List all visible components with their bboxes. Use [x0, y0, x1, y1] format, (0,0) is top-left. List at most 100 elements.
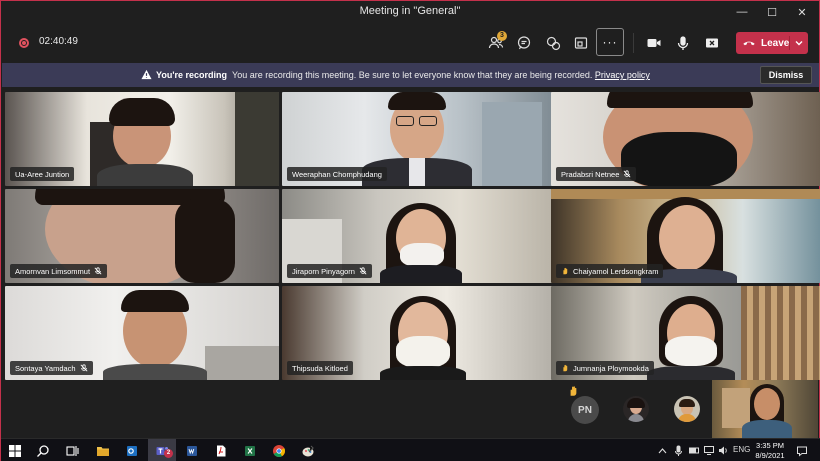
participant-name-tag: Jiraporn Pinyagorn	[287, 264, 372, 278]
search-button[interactable]	[35, 443, 51, 459]
taskbar-excel[interactable]	[242, 443, 258, 459]
recording-indicator-icon	[19, 38, 29, 48]
word-icon	[187, 446, 197, 456]
meeting-toolbar: 02:40:49 3 ··· Leave	[1, 23, 819, 63]
raised-hand-icon	[563, 267, 568, 275]
participant-name-tag: Pradabsri Netnee	[556, 167, 637, 181]
close-window-button[interactable]: ✕	[787, 1, 817, 23]
video-grid: Ua-Aree Juntion Weeraphan Chomphudang Pr…	[5, 92, 820, 380]
pdf-icon	[217, 445, 226, 457]
clock-date: 8/9/2021	[755, 451, 785, 460]
chrome-icon	[273, 445, 286, 458]
taskbar-clock[interactable]: 3:35 PM 8/9/2021	[752, 441, 788, 461]
reactions-icon	[546, 36, 561, 51]
video-tile[interactable]: Pradabsri Netnee	[551, 92, 820, 186]
video-tile[interactable]: Jumnanja Ploymookda	[551, 286, 820, 380]
video-tile[interactable]: Jiraporn Pinyagorn	[282, 189, 556, 283]
minimize-button[interactable]: —	[727, 1, 757, 23]
folder-icon	[97, 447, 109, 456]
participant-avatar[interactable]	[674, 396, 700, 422]
start-button[interactable]	[7, 443, 23, 459]
participant-name-tag: Ua-Aree Juntion	[10, 167, 75, 181]
participants-count-badge: 3	[497, 31, 507, 41]
warning-icon	[141, 69, 152, 80]
outlook-icon	[127, 446, 137, 456]
participant-name-tag: Chaiyamol Lerdsongkram	[556, 264, 664, 278]
show-hidden-icons-chevron-icon[interactable]	[658, 447, 667, 455]
share-tray-icon	[574, 37, 588, 49]
window-title: Meeting in "General"	[359, 5, 461, 17]
search-icon	[37, 445, 49, 457]
taskbar-acrobat[interactable]	[213, 443, 229, 459]
video-tile[interactable]: Amornvan Limsommut	[5, 189, 279, 283]
taskbar-teams[interactable]: 2	[154, 443, 173, 459]
recording-banner: You're recording You are recording this …	[2, 63, 819, 87]
tray-mic-icon[interactable]	[674, 445, 683, 457]
input-language-indicator[interactable]: ENG	[733, 445, 750, 454]
participant-name: Thipsuda Kitloed	[292, 363, 348, 373]
network-icon[interactable]	[704, 446, 714, 455]
raised-hand-icon	[570, 386, 577, 396]
teams-notification-badge: 2	[164, 449, 173, 458]
participant-avatar[interactable]	[623, 396, 649, 422]
mic-muted-icon	[623, 170, 631, 178]
video-tile[interactable]: Weeraphan Chomphudang	[282, 92, 556, 186]
share-screen-icon	[706, 38, 718, 48]
share-content-button[interactable]	[700, 31, 724, 55]
video-tile[interactable]: Chaiyamol Lerdsongkram	[551, 189, 820, 283]
leave-split-divider	[789, 36, 790, 50]
recording-banner-heading: You're recording	[156, 70, 227, 80]
more-actions-button[interactable]: ···	[596, 28, 624, 56]
task-view-icon	[66, 446, 79, 456]
recording-timer: 02:40:49	[39, 36, 78, 47]
volume-icon[interactable]	[718, 446, 728, 455]
mic-toggle-button[interactable]	[671, 31, 695, 55]
participant-name: Jumnanja Ploymookda	[573, 363, 649, 373]
chevron-down-icon[interactable]	[793, 37, 805, 49]
raised-hand-icon	[563, 364, 568, 372]
clock-time: 3:35 PM	[756, 441, 784, 450]
mic-icon	[677, 36, 689, 50]
mic-muted-icon	[80, 364, 88, 372]
notifications-icon[interactable]	[796, 445, 808, 457]
taskbar-paint[interactable]	[300, 443, 316, 459]
leave-button[interactable]: Leave	[736, 32, 808, 54]
taskbar-word[interactable]	[184, 443, 200, 459]
recording-banner-message: You are recording this meeting. Be sure …	[232, 70, 593, 80]
battery-icon[interactable]	[689, 446, 700, 455]
excel-icon	[245, 446, 255, 456]
dismiss-button[interactable]: Dismiss	[760, 66, 812, 84]
participant-name: Ua-Aree Juntion	[15, 169, 70, 179]
reactions-button[interactable]	[541, 31, 565, 55]
recording-banner-text: You're recording You are recording this …	[156, 70, 650, 80]
chat-icon	[517, 36, 531, 50]
taskbar-outlook[interactable]	[124, 443, 140, 459]
privacy-policy-link[interactable]: Privacy policy	[595, 70, 650, 80]
maximize-button[interactable]: ☐	[757, 1, 787, 23]
participant-name: Weeraphan Chomphudang	[292, 169, 382, 179]
mic-muted-icon	[94, 267, 102, 275]
show-participants-button[interactable]: 3	[484, 31, 508, 55]
taskbar-file-explorer[interactable]	[95, 443, 111, 459]
paint-icon	[302, 445, 314, 457]
self-view-video[interactable]	[712, 380, 818, 438]
video-tile[interactable]: Sontaya Yamdach	[5, 286, 279, 380]
title-bar: Meeting in "General" — ☐ ✕	[1, 1, 819, 23]
participant-avatar[interactable]: PN	[571, 396, 599, 424]
taskbar-chrome[interactable]	[271, 443, 287, 459]
task-view-button[interactable]	[64, 443, 80, 459]
windows-taskbar: 2 ENG 3:35 PM 8/9/2021	[1, 438, 820, 461]
share-tray-button[interactable]	[569, 31, 593, 55]
participant-name-tag: Jumnanja Ploymookda	[556, 361, 654, 375]
participant-name: Sontaya Yamdach	[15, 363, 76, 373]
leave-label: Leave	[761, 37, 790, 49]
participant-name: Amornvan Limsommut	[15, 266, 91, 276]
teams-meeting-window: Meeting in "General" — ☐ ✕ 02:40:49 3 ··…	[0, 0, 820, 461]
participant-name-tag: Weeraphan Chomphudang	[287, 167, 387, 181]
video-tile[interactable]: Ua-Aree Juntion	[5, 92, 279, 186]
camera-toggle-button[interactable]	[642, 31, 666, 55]
participant-name-tag: Amornvan Limsommut	[10, 264, 108, 278]
participant-name: Jiraporn Pinyagorn	[292, 266, 355, 276]
show-conversation-button[interactable]	[512, 31, 536, 55]
video-tile[interactable]: Thipsuda Kitloed	[282, 286, 556, 380]
